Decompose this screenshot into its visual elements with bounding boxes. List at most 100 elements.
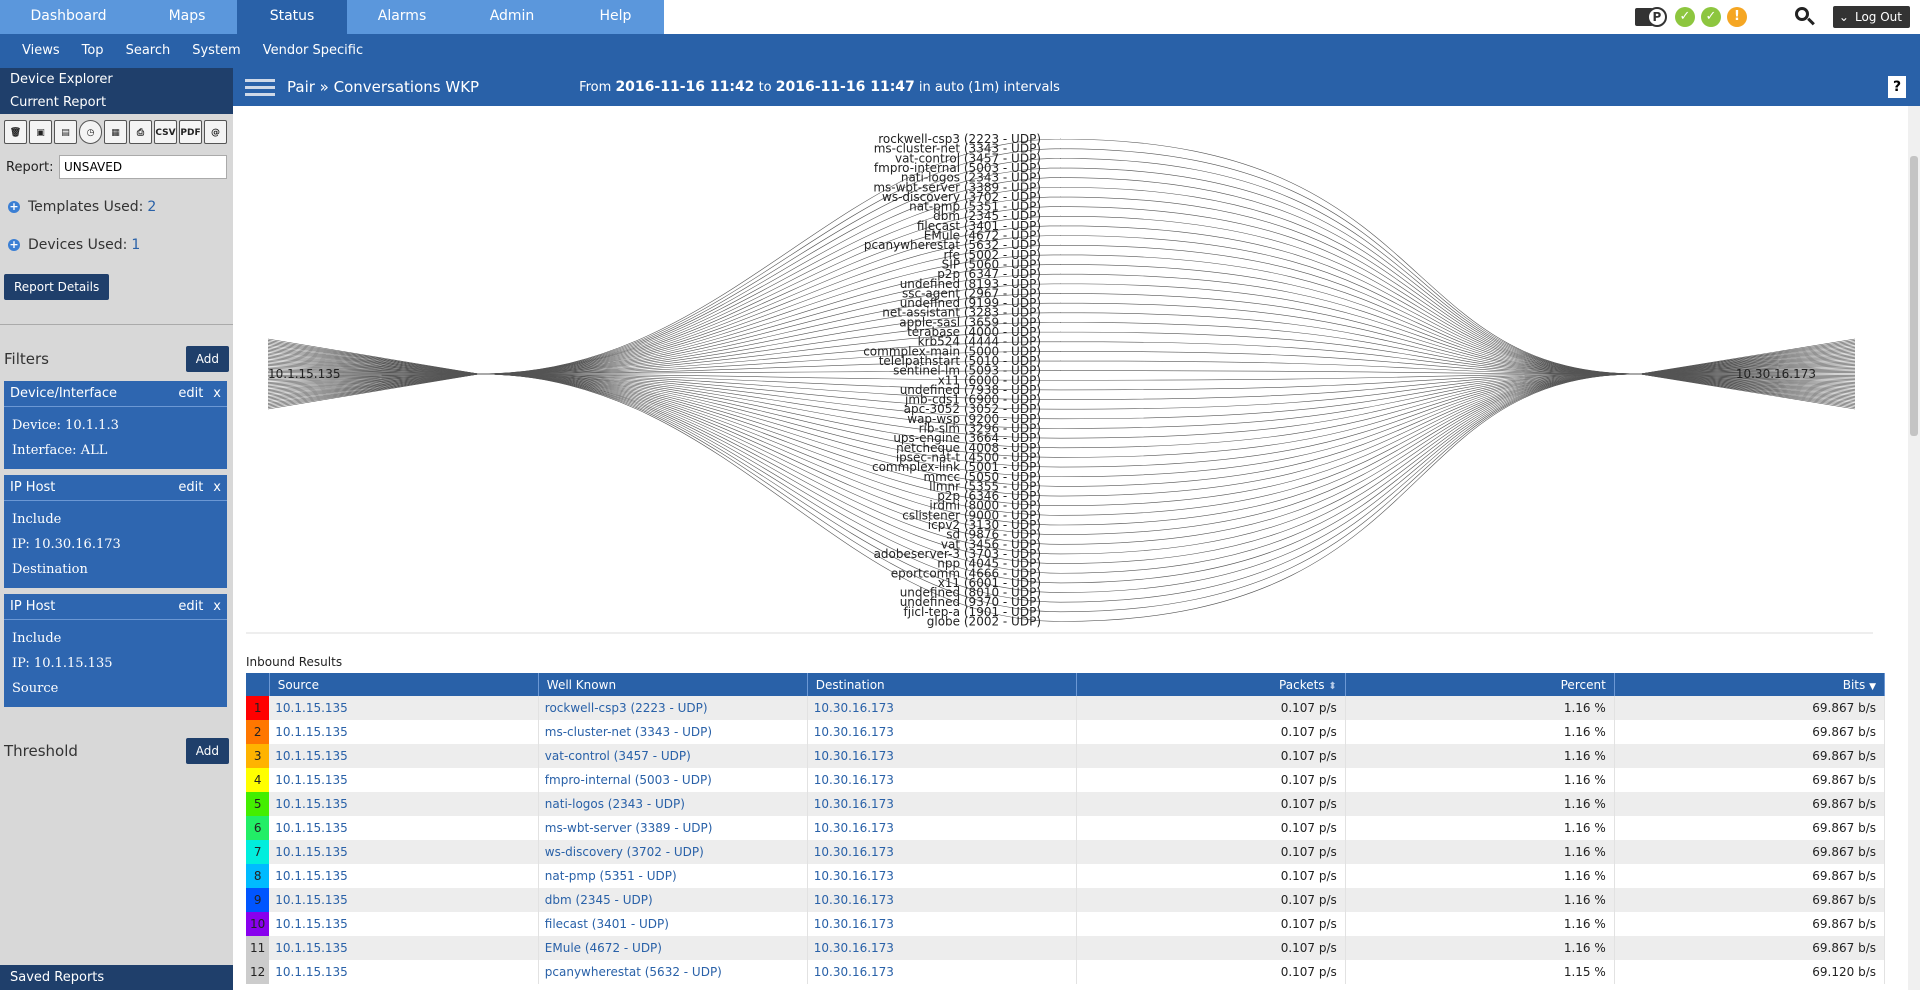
table-row[interactable]: 7 10.1.15.135 ws-discovery (3702 - UDP) 10.… bbox=[246, 840, 1886, 864]
well-known-link[interactable]: pcanywherestat (5632 - UDP) bbox=[538, 960, 808, 984]
warning-status-icon[interactable]: ! bbox=[1726, 7, 1747, 27]
hamburger-menu-icon[interactable] bbox=[245, 75, 275, 100]
report-name-input[interactable] bbox=[58, 155, 227, 179]
subnav-search[interactable]: Search bbox=[115, 34, 182, 68]
source-link[interactable]: 10.1.15.135 bbox=[269, 816, 539, 840]
filter-remove-link[interactable]: x bbox=[213, 386, 221, 401]
source-link[interactable]: 10.1.15.135 bbox=[269, 912, 539, 936]
well-known-link[interactable]: nati-logos (2343 - UDP) bbox=[538, 792, 808, 816]
help-button[interactable]: ? bbox=[1888, 76, 1906, 98]
col-source[interactable]: Source bbox=[269, 673, 539, 696]
saved-reports-link[interactable]: Saved Reports bbox=[0, 965, 233, 990]
table-row[interactable]: 8 10.1.15.135 nat-pmp (5351 - UDP) 10.30.16… bbox=[246, 864, 1886, 888]
subnav-system[interactable]: System bbox=[181, 34, 251, 68]
well-known-link[interactable]: EMule (4672 - UDP) bbox=[538, 936, 808, 960]
email-icon[interactable]: @ bbox=[204, 120, 227, 144]
destination-link[interactable]: 10.30.16.173 bbox=[807, 936, 1077, 960]
destination-link[interactable]: 10.30.16.173 bbox=[807, 864, 1077, 888]
filter-edit-link[interactable]: edit bbox=[178, 599, 203, 614]
source-link[interactable]: 10.1.15.135 bbox=[269, 936, 539, 960]
well-known-link[interactable]: ms-cluster-net (3343 - UDP) bbox=[538, 720, 808, 744]
col-bits[interactable]: Bits ▼ bbox=[1614, 673, 1886, 696]
well-known-link[interactable]: vat-control (3457 - UDP) bbox=[538, 744, 808, 768]
expand-plus-icon[interactable]: + bbox=[8, 239, 20, 251]
source-link[interactable]: 10.1.15.135 bbox=[269, 720, 539, 744]
table-row[interactable]: 4 10.1.15.135 fmpro-internal (5003 - UDP) 1… bbox=[246, 768, 1886, 792]
source-link[interactable]: 10.1.15.135 bbox=[269, 840, 539, 864]
well-known-link[interactable]: ms-wbt-server (3389 - UDP) bbox=[538, 816, 808, 840]
destination-link[interactable]: 10.30.16.173 bbox=[807, 960, 1077, 984]
save-as-icon[interactable]: ▤ bbox=[54, 120, 77, 144]
table-row[interactable]: 1 10.1.15.135 rockwell-csp3 (2223 - UDP) 10… bbox=[246, 696, 1886, 720]
check-status-icon[interactable]: ✓ bbox=[1674, 7, 1695, 27]
devices-used-row[interactable]: + Devices Used: 1 bbox=[0, 226, 233, 264]
well-known-link[interactable]: rockwell-csp3 (2223 - UDP) bbox=[538, 696, 808, 720]
source-link[interactable]: 10.1.15.135 bbox=[269, 792, 539, 816]
tab-maps[interactable]: Maps bbox=[137, 0, 237, 34]
tab-admin[interactable]: Admin bbox=[457, 0, 567, 34]
clock-icon[interactable]: ◷ bbox=[79, 120, 102, 144]
subnav-top[interactable]: Top bbox=[71, 34, 115, 68]
well-known-link[interactable]: filecast (3401 - UDP) bbox=[538, 912, 808, 936]
destination-link[interactable]: 10.30.16.173 bbox=[807, 768, 1077, 792]
col-packets[interactable]: Packets ⬍ bbox=[1076, 673, 1346, 696]
destination-link[interactable]: 10.30.16.173 bbox=[807, 816, 1077, 840]
table-row[interactable]: 2 10.1.15.135 ms-cluster-net (3343 - UDP) 1… bbox=[246, 720, 1886, 744]
subnav-views[interactable]: Views bbox=[0, 34, 71, 68]
table-row[interactable]: 11 10.1.15.135 EMule (4672 - UDP) 10.30.16.… bbox=[246, 936, 1886, 960]
add-filter-button[interactable]: Add bbox=[185, 346, 229, 372]
filter-remove-link[interactable]: x bbox=[213, 480, 221, 495]
templates-used-row[interactable]: + Templates Used: 2 bbox=[0, 188, 233, 226]
col-percent[interactable]: Percent bbox=[1345, 673, 1615, 696]
layout-grid-icon[interactable]: ▦ bbox=[104, 120, 127, 144]
expand-plus-icon[interactable]: + bbox=[8, 201, 20, 213]
well-known-link[interactable]: fmpro-internal (5003 - UDP) bbox=[538, 768, 808, 792]
destination-link[interactable]: 10.30.16.173 bbox=[807, 792, 1077, 816]
table-row[interactable]: 3 10.1.15.135 vat-control (3457 - UDP) 10.3… bbox=[246, 744, 1886, 768]
report-details-button[interactable]: Report Details bbox=[4, 274, 110, 300]
table-row[interactable]: 12 10.1.15.135 pcanywherestat (5632 - UDP)… bbox=[246, 960, 1886, 984]
tab-alarms[interactable]: Alarms bbox=[347, 0, 457, 34]
check-status-icon[interactable]: ✓ bbox=[1700, 7, 1721, 27]
source-link[interactable]: 10.1.15.135 bbox=[269, 696, 539, 720]
logout-button[interactable]: ⌄ Log Out bbox=[1832, 6, 1910, 28]
device-explorer-link[interactable]: Device Explorer bbox=[0, 68, 233, 91]
destination-link[interactable]: 10.30.16.173 bbox=[807, 912, 1077, 936]
tab-dashboard[interactable]: Dashboard bbox=[0, 0, 137, 34]
pdf-export-icon[interactable]: PDF bbox=[179, 120, 202, 144]
table-row[interactable]: 6 10.1.15.135 ms-wbt-server (3389 - UDP) 10… bbox=[246, 816, 1886, 840]
source-link[interactable]: 10.1.15.135 bbox=[269, 888, 539, 912]
well-known-link[interactable]: nat-pmp (5351 - UDP) bbox=[538, 864, 808, 888]
col-well-known[interactable]: Well Known bbox=[538, 673, 808, 696]
save-icon[interactable]: ▣ bbox=[29, 120, 52, 144]
search-icon[interactable] bbox=[1793, 5, 1817, 29]
source-link[interactable]: 10.1.15.135 bbox=[269, 864, 539, 888]
table-row[interactable]: 9 10.1.15.135 dbm (2345 - UDP) 10.30.16.173… bbox=[246, 888, 1886, 912]
server-status-icon[interactable]: P bbox=[1634, 6, 1669, 28]
print-icon[interactable]: ⎙ bbox=[129, 120, 152, 144]
add-threshold-button[interactable]: Add bbox=[185, 738, 229, 764]
table-row[interactable]: 10 10.1.15.135 filecast (3401 - UDP) 10.30.… bbox=[246, 912, 1886, 936]
destination-link[interactable]: 10.30.16.173 bbox=[807, 840, 1077, 864]
csv-export-icon[interactable]: CSV bbox=[154, 120, 177, 144]
tab-status[interactable]: Status bbox=[237, 0, 347, 34]
filter-edit-link[interactable]: edit bbox=[178, 480, 203, 495]
scrollbar-thumb[interactable] bbox=[1910, 156, 1918, 436]
source-link[interactable]: 10.1.15.135 bbox=[269, 960, 539, 984]
source-link[interactable]: 10.1.15.135 bbox=[269, 768, 539, 792]
destination-link[interactable]: 10.30.16.173 bbox=[807, 888, 1077, 912]
current-report-link[interactable]: Current Report bbox=[0, 91, 233, 114]
filter-remove-link[interactable]: x bbox=[213, 599, 221, 614]
scrollbar[interactable] bbox=[1908, 106, 1920, 990]
destination-link[interactable]: 10.30.16.173 bbox=[807, 720, 1077, 744]
col-destination[interactable]: Destination bbox=[807, 673, 1077, 696]
well-known-link[interactable]: dbm (2345 - UDP) bbox=[538, 888, 808, 912]
subnav-vendor-specific[interactable]: Vendor Specific bbox=[252, 34, 374, 68]
source-link[interactable]: 10.1.15.135 bbox=[269, 744, 539, 768]
destination-link[interactable]: 10.30.16.173 bbox=[807, 696, 1077, 720]
tab-help[interactable]: Help bbox=[567, 0, 664, 34]
table-row[interactable]: 5 10.1.15.135 nati-logos (2343 - UDP) 10.30… bbox=[246, 792, 1886, 816]
well-known-link[interactable]: ws-discovery (3702 - UDP) bbox=[538, 840, 808, 864]
trash-icon[interactable]: 🗑 bbox=[4, 120, 27, 144]
filter-edit-link[interactable]: edit bbox=[178, 386, 203, 401]
